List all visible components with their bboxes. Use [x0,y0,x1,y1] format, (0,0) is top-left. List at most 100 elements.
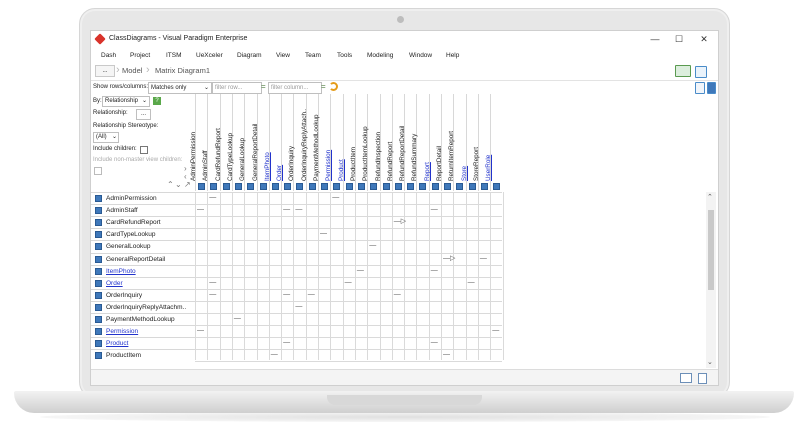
generalization-marker[interactable]: —▷ [394,218,406,225]
class-icon [493,183,501,190]
scroll-down-icon[interactable]: ⌄ [707,358,713,366]
breadcrumb-matrix-diagram[interactable]: Matrix Diagram1 [155,66,210,75]
row-header[interactable]: GeneralLookup [91,240,195,252]
vertical-scrollbar[interactable]: ⌃ ⌄ [706,192,716,368]
show-rows-select[interactable]: Matches only ⌄ [148,82,212,94]
association-marker[interactable]: — [332,194,339,201]
export-icon[interactable] [695,82,705,94]
chevron-up-icon[interactable]: ⌃ [167,180,174,189]
association-marker[interactable]: — [283,339,290,346]
association-marker[interactable]: — [197,206,204,213]
chevron-down-icon: ⌄ [141,98,147,104]
association-marker[interactable]: — [271,351,278,358]
sync-icon[interactable] [675,65,691,77]
scroll-up-icon[interactable]: ⌃ [707,193,713,201]
menu-project[interactable]: Project [130,52,150,59]
row-header[interactable]: Order [91,276,195,289]
column-header[interactable]: UserRole [485,94,502,191]
column-header-label: RefundReport [386,141,394,181]
minimize-button[interactable]: — [645,33,665,46]
filter-bar: Show rows/columns: Matches only ⌄ filter … [91,80,718,94]
association-marker[interactable]: — [443,351,450,358]
column-header-label: RefundInspection [374,131,382,181]
row-header-label: Order [106,279,123,287]
maximize-button[interactable]: ☐ [669,33,689,46]
row-header[interactable]: AdminStaff [91,204,195,216]
association-marker[interactable]: — [209,291,216,298]
include-children-checkbox[interactable] [140,146,148,154]
matrix-grid[interactable]: — — — — — — —▷ — — —▷ — — — — — — — — — — — — — — — — — — [195,192,504,363]
equals-icon[interactable]: = [261,82,266,91]
association-marker[interactable]: — [283,291,290,298]
association-marker[interactable]: — [480,255,487,262]
help-icon[interactable]: ? [153,97,161,105]
association-marker[interactable]: — [308,291,315,298]
document-icon[interactable] [698,373,707,384]
refresh-icon[interactable] [329,82,338,91]
association-marker[interactable]: — [283,206,290,213]
menu-help[interactable]: Help [446,52,459,59]
menu-diagram[interactable]: Diagram [237,52,262,59]
menu-dash[interactable]: Dash [101,52,116,59]
association-marker[interactable]: — [431,267,438,274]
row-header[interactable]: OrderInquiryReplyAttachm.. [91,300,195,313]
close-button[interactable]: ✕ [694,33,714,46]
row-header[interactable]: GeneralReportDetail [91,252,195,265]
row-header[interactable]: PaymentMethodLookup [91,313,195,325]
association-marker[interactable]: — [492,327,499,334]
breadcrumb-more-button[interactable]: ... [95,65,115,77]
association-marker[interactable]: — [295,206,302,213]
row-header[interactable]: OrderInquiry [91,288,195,301]
mail-icon[interactable] [680,373,692,383]
column-header-label: CardTypeLookup [226,133,234,181]
column-header-label: ReturnItemReport [448,130,456,181]
row-header[interactable]: Product [91,337,195,349]
row-header[interactable]: ItemPhoto [91,264,195,277]
menu-modeling[interactable]: Modeling [367,52,393,59]
menu-uexceler[interactable]: UeXceler [196,52,223,59]
association-marker[interactable]: — [394,291,401,298]
include-nonmaster-label: Include non-master view children: [93,157,183,163]
row-header[interactable]: Permission [91,325,195,337]
menu-view[interactable]: View [276,52,290,59]
breadcrumb-model[interactable]: Model [122,66,142,75]
column-header-label: Report [423,162,431,181]
generalization-marker[interactable]: —▷ [443,255,455,262]
menu-itsm[interactable]: ITSM [166,52,182,59]
matrix-options-panel: By: Relationship ⌄ ? Relationship: ... Re… [91,94,193,191]
association-marker[interactable]: — [209,279,216,286]
row-header[interactable]: ProductItem [91,349,195,361]
association-marker[interactable]: — [209,194,216,201]
class-icon [210,183,218,190]
scrollbar-thumb[interactable] [708,210,714,290]
menu-tools[interactable]: Tools [337,52,352,59]
association-marker[interactable]: — [357,267,364,274]
chevron-down-icon[interactable]: ⌄ [175,180,182,189]
include-nonmaster-checkbox[interactable] [94,167,102,175]
grid-line [195,252,502,254]
association-marker[interactable]: — [468,279,475,286]
association-marker[interactable]: — [431,206,438,213]
menu-window[interactable]: Window [409,52,432,59]
row-header[interactable]: AdminPermission [91,192,195,204]
association-marker[interactable]: — [431,339,438,346]
relationship-picker-button[interactable]: ... [136,109,151,120]
layout-icon[interactable] [695,66,707,78]
association-marker[interactable]: — [234,315,241,322]
filter-row-input[interactable]: filter row... [212,82,262,94]
by-select[interactable]: Relationship ⌄ [102,96,150,107]
document-icon[interactable] [707,82,716,94]
row-header-label: Product [106,340,129,348]
row-header[interactable]: CardTypeLookup [91,228,195,240]
association-marker[interactable]: — [320,230,327,237]
corner-icon[interactable]: ↗ [184,180,191,189]
row-header[interactable]: CardRefundReport [91,216,195,228]
stereotype-select[interactable]: (All) ⌄ [93,132,119,143]
association-marker[interactable]: — [197,327,204,334]
filter-column-input[interactable]: filter column... [268,82,322,94]
association-marker[interactable]: — [345,279,352,286]
association-marker[interactable]: — [295,303,302,310]
equals-icon[interactable]: = [321,82,326,91]
association-marker[interactable]: — [369,242,376,249]
menu-team[interactable]: Team [305,52,321,59]
